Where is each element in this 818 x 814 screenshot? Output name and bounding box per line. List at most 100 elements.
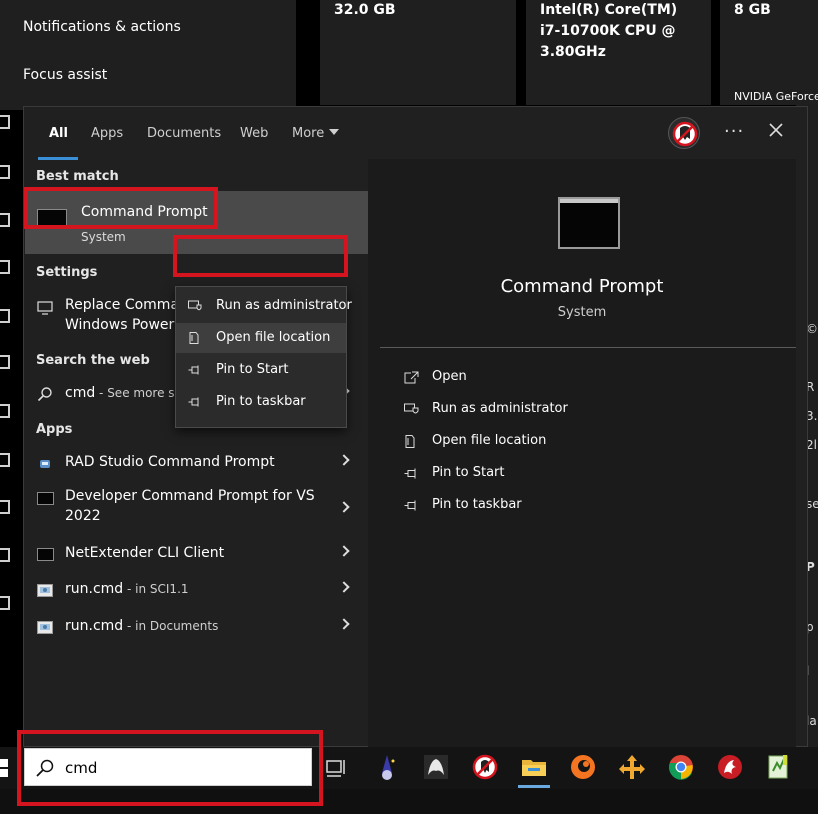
nav-focus-assist[interactable]: Focus assist xyxy=(23,67,107,83)
active-app-indicator xyxy=(518,785,550,788)
strip-icon xyxy=(0,165,10,179)
strip-icon xyxy=(0,115,10,129)
pin-icon xyxy=(404,468,416,479)
command-prompt-icon xyxy=(37,548,54,561)
action-label: Pin to taskbar xyxy=(432,497,522,512)
user-avatar[interactable] xyxy=(668,117,700,149)
ctx-label: Run as administrator xyxy=(216,298,352,313)
ghost-avatar-icon xyxy=(672,121,698,147)
preview-pane: Command Prompt System Open Run as admini… xyxy=(368,159,796,748)
red-dragon-app-icon[interactable] xyxy=(716,753,744,781)
tab-more[interactable]: More xyxy=(292,126,340,141)
ctx-pin-to-taskbar[interactable]: Pin to taskbar xyxy=(176,387,346,417)
chevron-right-icon[interactable] xyxy=(338,618,350,630)
strip-icon xyxy=(0,309,10,323)
app-label-location: - in Documents xyxy=(123,619,219,633)
best-match-title: Command Prompt xyxy=(81,204,208,220)
cpu-line-2: i7-10700K CPU @ xyxy=(540,23,676,39)
ctx-pin-to-start[interactable]: Pin to Start xyxy=(176,355,346,385)
action-label: Open file location xyxy=(432,433,547,448)
app-label-location: - in SCI1.1 xyxy=(123,582,189,596)
best-match-subtitle: System xyxy=(81,230,126,244)
app-label: NetExtender CLI Client xyxy=(65,545,225,561)
action-label: Pin to Start xyxy=(432,465,505,480)
chevron-right-icon[interactable] xyxy=(338,454,350,466)
app-label-main: run.cmd xyxy=(65,581,124,597)
shield-icon xyxy=(404,403,419,414)
chrome-icon[interactable] xyxy=(667,753,695,781)
chevron-right-icon[interactable] xyxy=(338,581,350,593)
app-developer-command-prompt[interactable]: Developer Command Prompt for VS 2022 xyxy=(25,482,369,532)
best-match-command-prompt[interactable]: Command Prompt System xyxy=(25,191,369,254)
ctx-label: Pin to taskbar xyxy=(216,394,306,409)
settings-nav: Notifications & actions Focus assist xyxy=(0,0,296,110)
file-location-icon xyxy=(405,435,415,448)
ctx-run-as-administrator[interactable]: Run as administrator xyxy=(176,291,352,321)
chevron-down-icon xyxy=(329,129,340,135)
ctx-open-file-location[interactable]: Open file location xyxy=(176,323,346,353)
notepad-plus-icon[interactable] xyxy=(765,753,793,781)
search-input[interactable]: cmd xyxy=(65,759,97,777)
search-icon xyxy=(36,759,54,777)
best-match-heading: Best match xyxy=(36,169,119,184)
white-creature-app-icon[interactable] xyxy=(422,753,450,781)
cpu-line-3: 3.80GHz xyxy=(540,44,606,60)
gpu-memory-value: 8 GB xyxy=(734,2,771,18)
ghost-avatar-app-icon[interactable] xyxy=(471,753,499,781)
more-options-icon[interactable]: ··· xyxy=(724,121,744,142)
crunchyroll-icon[interactable] xyxy=(569,753,597,781)
search-web-heading: Search the web xyxy=(36,353,150,368)
web-search-query: cmd xyxy=(65,385,96,401)
search-results-list: Best match Command Prompt System Setting… xyxy=(24,159,369,748)
ctx-label: Pin to Start xyxy=(216,362,289,377)
settings-heading: Settings xyxy=(36,265,98,280)
preview-subtitle: System xyxy=(557,305,607,320)
taskbar-search-box[interactable]: cmd xyxy=(24,748,312,786)
tab-more-label: More xyxy=(292,126,325,141)
batch-file-icon xyxy=(37,584,53,597)
arrows-app-icon[interactable] xyxy=(618,753,646,781)
taskbar: cmd xyxy=(0,747,818,814)
command-prompt-icon xyxy=(37,209,67,229)
pin-icon xyxy=(404,500,416,511)
pin-icon xyxy=(188,397,199,407)
tab-apps[interactable]: Apps xyxy=(91,126,123,141)
app-label-line2: 2022 xyxy=(65,508,101,524)
search-filter-tabs: All Apps Documents Web More ··· xyxy=(24,107,807,160)
gpu-name: NVIDIA GeForce xyxy=(734,90,818,103)
context-menu: Run as administrator Open file location … xyxy=(175,286,352,428)
close-icon[interactable] xyxy=(766,120,786,140)
app-label: run.cmd - in SCI1.1 xyxy=(65,581,189,597)
app-run-cmd-documents[interactable]: run.cmd - in Documents xyxy=(25,610,369,646)
app-label: RAD Studio Command Prompt xyxy=(65,454,275,470)
app-netextender-cli-client[interactable]: NetExtender CLI Client xyxy=(25,537,369,573)
strip-icon xyxy=(0,453,10,467)
command-prompt-icon xyxy=(37,492,54,505)
gpu-tile: 8 GB NVIDIA GeForce xyxy=(720,0,818,105)
file-explorer-icon[interactable] xyxy=(520,753,548,781)
command-prompt-large-icon xyxy=(558,197,620,249)
monitor-icon xyxy=(37,301,53,315)
search-icon xyxy=(37,387,52,402)
nav-notifications-actions[interactable]: Notifications & actions xyxy=(23,19,181,35)
strip-icon xyxy=(0,355,10,369)
memory-tile: 32.0 GB xyxy=(320,0,516,105)
shield-icon xyxy=(188,300,202,311)
chevron-right-icon[interactable] xyxy=(338,545,350,557)
settings-item-line2: Windows PowerS xyxy=(65,317,184,333)
wizard-app-icon[interactable] xyxy=(373,753,401,781)
app-label: Developer Command Prompt for VS xyxy=(65,488,315,504)
tab-web[interactable]: Web xyxy=(240,126,268,141)
app-run-cmd-sci[interactable]: run.cmd - in SCI1.1 xyxy=(25,573,369,609)
app-rad-studio-command-prompt[interactable]: RAD Studio Command Prompt xyxy=(25,446,369,482)
windows-start-icon[interactable] xyxy=(0,759,10,777)
tab-documents[interactable]: Documents xyxy=(147,126,221,141)
preview-title: Command Prompt xyxy=(500,276,664,297)
action-label: Open xyxy=(432,369,467,384)
tab-all[interactable]: All xyxy=(49,126,68,141)
chevron-right-icon[interactable] xyxy=(338,501,350,513)
strip-icon xyxy=(0,404,10,418)
file-location-icon xyxy=(189,332,199,344)
action-label: Run as administrator xyxy=(432,401,568,416)
task-view-icon[interactable] xyxy=(323,753,349,781)
